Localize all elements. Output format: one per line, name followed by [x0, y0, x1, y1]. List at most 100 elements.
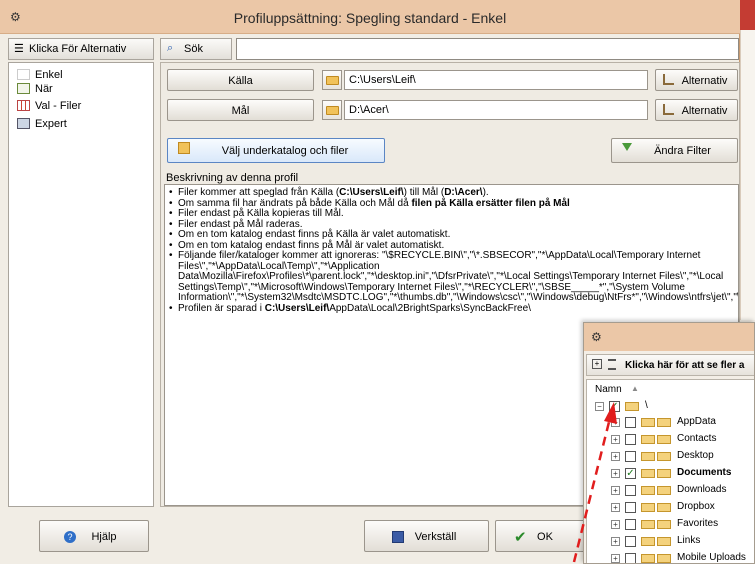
description-text: Om en tom katalog endast finns på Källa …	[178, 229, 451, 240]
expand-icon[interactable]: +	[611, 452, 620, 461]
folder-checkbox[interactable]	[625, 553, 636, 563]
tree-node-label: AppData	[677, 416, 716, 427]
folder-icon	[625, 402, 639, 411]
tree-hint-label: Klicka här för att se fler a	[625, 360, 745, 371]
folder-checkbox[interactable]: ✓	[625, 468, 636, 479]
sidebar-item-label: Expert	[35, 118, 67, 130]
expand-icon[interactable]: +	[611, 435, 620, 444]
search-input[interactable]	[236, 38, 739, 60]
root-checkbox[interactable]: ✓	[609, 401, 620, 412]
expand-icon[interactable]: +	[611, 418, 620, 427]
folder-icon	[641, 503, 655, 512]
tree-node-label: Dropbox	[677, 501, 715, 512]
expand-icon[interactable]: +	[611, 469, 620, 478]
folder-tree-window: ⚙ + Klicka här för att se fler a Namn ▲ …	[583, 322, 755, 564]
description-text: Om en tom katalog endast finns på Mål är…	[178, 239, 445, 251]
apply-button[interactable]: Verkställ	[364, 520, 489, 552]
tree-node-label: Links	[677, 535, 701, 546]
collapse-all-icon[interactable]	[608, 359, 616, 370]
tree-panel: Namn ▲ − ✓ \ + AppData + Contacts + Desktop + ✓…	[586, 379, 754, 563]
destination-label: Mål	[231, 105, 250, 117]
tree-node-label: Documents	[677, 467, 732, 478]
folder-icon	[326, 106, 339, 115]
help-label: Hjälp	[91, 531, 117, 543]
folder-icon	[657, 520, 671, 529]
sidebar-header-label: Klicka För Alternativ	[29, 43, 127, 55]
description-text: Filer endast på Mål raderas.	[178, 218, 303, 230]
tree-hint-bar[interactable]: + Klicka här för att se fler a	[586, 354, 754, 376]
sidebar-item-choose-files[interactable]: Val - Filer	[17, 99, 81, 113]
app-icon[interactable]: ⚙	[591, 330, 602, 344]
description-text: D:\Acer\	[444, 187, 483, 198]
folder-checkbox[interactable]	[625, 485, 636, 496]
source-options-button[interactable]: Alternativ	[655, 69, 738, 91]
expand-icon[interactable]: +	[611, 503, 620, 512]
title-bar: ⚙ Profiluppsättning: Spegling standard -…	[0, 0, 740, 34]
folder-icon	[641, 486, 655, 495]
change-filter-label: Ändra Filter	[654, 145, 711, 157]
sidebar-item-when[interactable]: När	[17, 82, 53, 96]
tree-title-bar: ⚙	[584, 323, 754, 351]
description-text: ) till Mål (	[403, 187, 445, 198]
sidebar-list: Enkel När Val - Filer Expert	[8, 62, 154, 507]
folder-checkbox[interactable]	[625, 434, 636, 445]
collapse-icon[interactable]: −	[595, 402, 604, 411]
sidebar-item-simple[interactable]: Enkel	[17, 68, 63, 82]
background-window-edge	[740, 30, 755, 320]
change-filter-button[interactable]: Ändra Filter	[611, 138, 738, 163]
expand-icon[interactable]: +	[611, 537, 620, 546]
choose-subdirs-label: Välj underkatalog och filer	[221, 145, 349, 157]
choose-subdirs-button[interactable]: Välj underkatalog och filer	[167, 138, 385, 163]
destination-folder-button[interactable]	[322, 100, 342, 120]
description-text: Profilen är sparad i	[178, 302, 265, 314]
sidebar-header[interactable]: ☰ Klicka För Alternativ	[8, 38, 154, 60]
destination-button[interactable]: Mål	[167, 99, 314, 121]
folder-icon	[641, 435, 655, 444]
search-label: Sök	[184, 43, 203, 55]
help-button[interactable]: ? Hjälp	[39, 520, 149, 552]
description-text: C:\Users\Leif\	[339, 187, 404, 198]
source-path-field[interactable]: C:\Users\Leif\	[344, 70, 648, 90]
folder-icon	[641, 537, 655, 546]
folder-checkbox[interactable]	[625, 417, 636, 428]
schedule-icon	[17, 83, 30, 94]
folder-checkbox[interactable]	[625, 451, 636, 462]
expert-icon	[17, 118, 30, 129]
destination-options-button[interactable]: Alternativ	[655, 99, 738, 121]
ok-button[interactable]: ✔ OK	[495, 520, 585, 552]
description-list: Filer kommer att speglad från Källa (C:\…	[165, 185, 738, 314]
source-folder-button[interactable]	[322, 70, 342, 90]
search-button[interactable]: ⌕ Sök	[160, 38, 232, 60]
description-text: ).	[482, 187, 489, 198]
expand-icon[interactable]: +	[611, 554, 620, 563]
source-label: Källa	[228, 75, 253, 87]
sidebar-item-label: När	[35, 83, 53, 95]
folder-icon	[657, 452, 671, 461]
tree-node-label: Mobile Uploads	[677, 552, 746, 563]
window-title: Profiluppsättning: Spegling standard - E…	[233, 10, 507, 26]
folder-checkbox[interactable]	[625, 502, 636, 513]
expand-icon[interactable]: +	[611, 520, 620, 529]
description-line: Följande filer/kataloger kommer att igno…	[169, 250, 738, 304]
destination-path-field[interactable]: D:\Acer\	[344, 100, 648, 120]
tree-node-label: Downloads	[677, 484, 727, 495]
expand-all-icon[interactable]: +	[592, 359, 602, 369]
source-button[interactable]: Källa	[167, 69, 314, 91]
description-line: Profilen är sparad i C:\Users\Leif\AppDa…	[169, 302, 732, 315]
expand-icon[interactable]: +	[611, 486, 620, 495]
name-column-header[interactable]: Namn	[595, 384, 622, 395]
sort-arrow-icon: ▲	[631, 384, 639, 393]
sidebar-item-expert[interactable]: Expert	[17, 117, 67, 131]
description-text: Filer endast på Källa kopieras till Mål.	[178, 208, 344, 219]
folder-checkbox[interactable]	[625, 536, 636, 547]
folder-icon	[326, 76, 339, 85]
description-text: Filer kommer att speglad från Källa (	[178, 187, 340, 198]
folder-checkbox[interactable]	[625, 519, 636, 530]
folder-icon	[657, 537, 671, 546]
files-icon	[17, 100, 30, 111]
destination-options-label: Alternativ	[681, 105, 728, 117]
folder-icon	[657, 486, 671, 495]
folder-icon	[641, 452, 655, 461]
description-text: filen på Källa ersätter filen på Mål	[411, 197, 570, 209]
folder-icon	[641, 469, 655, 478]
